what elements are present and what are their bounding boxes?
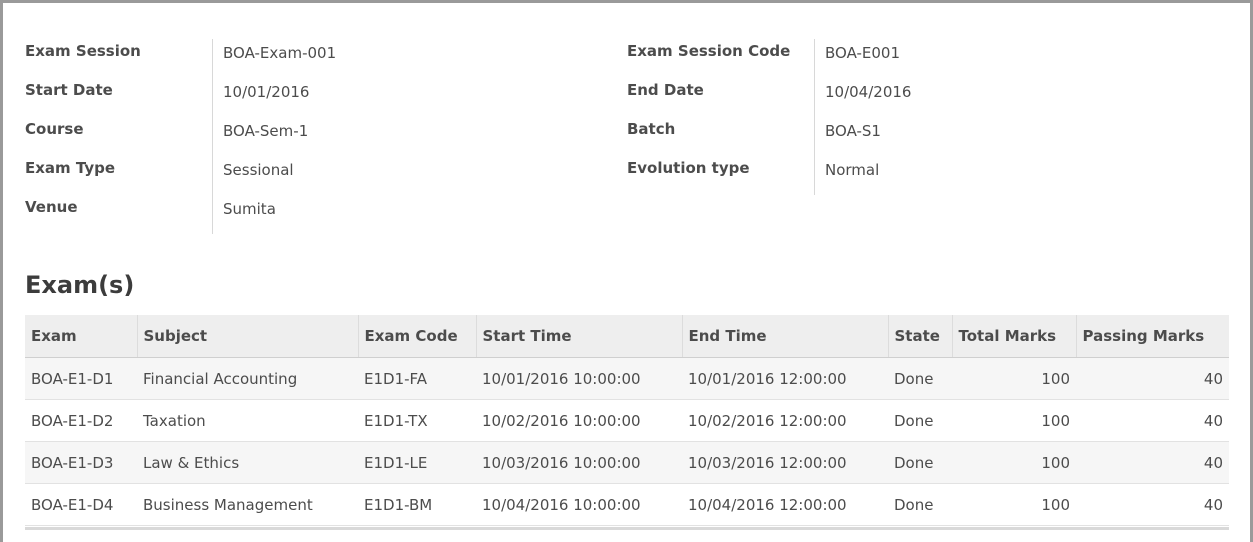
column-header-subject[interactable]: Subject bbox=[136, 315, 358, 358]
cell-subject: Taxation bbox=[137, 399, 358, 442]
column-header-exam-code[interactable]: Exam Code bbox=[357, 315, 476, 358]
table-row[interactable]: BOA-E1-D4 Business Management E1D1-BM 10… bbox=[25, 483, 1229, 526]
cell-passing-marks: 40 bbox=[1076, 483, 1229, 526]
field-value[interactable]: BOA-Sem-1 bbox=[223, 122, 308, 140]
cell-state: Done bbox=[888, 399, 952, 442]
field-value[interactable]: BOA-Exam-001 bbox=[223, 44, 336, 62]
cell-start-time: 10/03/2016 10:00:00 bbox=[476, 441, 682, 484]
cell-total-marks: 100 bbox=[952, 441, 1076, 484]
cell-state: Done bbox=[888, 483, 952, 526]
column-header-total-marks[interactable]: Total Marks bbox=[951, 315, 1076, 358]
field-exam-session-code: Exam Session Code BOA-E001 bbox=[627, 37, 1207, 76]
exams-section-title: Exam(s) bbox=[25, 271, 135, 299]
field-label: Evolution type bbox=[627, 159, 750, 177]
field-label: Course bbox=[25, 120, 84, 138]
field-label: Batch bbox=[627, 120, 676, 138]
field-value[interactable]: Normal bbox=[825, 161, 879, 179]
field-label: Exam Session Code bbox=[627, 42, 791, 60]
cell-start-time: 10/02/2016 10:00:00 bbox=[476, 399, 682, 442]
field-evolution-type: Evolution type Normal bbox=[627, 154, 1207, 193]
cell-state: Done bbox=[888, 441, 952, 484]
cell-end-time: 10/04/2016 12:00:00 bbox=[682, 483, 888, 526]
field-label: Exam Type bbox=[25, 159, 116, 177]
cell-exam-code: E1D1-FA bbox=[358, 357, 476, 400]
session-fields-right: Exam Session Code BOA-E001 End Date 10/0… bbox=[627, 37, 1207, 195]
cell-exam: BOA-E1-D2 bbox=[25, 399, 137, 442]
session-fields-left: Exam Session BOA-Exam-001 Start Date 10/… bbox=[25, 37, 605, 234]
field-exam-session: Exam Session BOA-Exam-001 bbox=[25, 37, 605, 76]
cell-total-marks: 100 bbox=[952, 483, 1076, 526]
cell-exam: BOA-E1-D1 bbox=[25, 357, 137, 400]
exams-table: Exam Subject Exam Code Start Time End Ti… bbox=[25, 315, 1229, 526]
cell-state: Done bbox=[888, 357, 952, 400]
exam-session-form-sheet: Exam Session BOA-Exam-001 Start Date 10/… bbox=[0, 0, 1253, 542]
field-label: Venue bbox=[25, 198, 78, 216]
field-value[interactable]: Sumita bbox=[223, 200, 276, 218]
column-header-exam[interactable]: Exam bbox=[25, 315, 137, 358]
field-venue: Venue Sumita bbox=[25, 193, 605, 232]
cell-passing-marks: 40 bbox=[1076, 357, 1229, 400]
cell-total-marks: 100 bbox=[952, 357, 1076, 400]
cell-end-time: 10/03/2016 12:00:00 bbox=[682, 441, 888, 484]
table-row[interactable]: BOA-E1-D2 Taxation E1D1-TX 10/02/2016 10… bbox=[25, 399, 1229, 442]
field-label: End Date bbox=[627, 81, 704, 99]
cell-passing-marks: 40 bbox=[1076, 399, 1229, 442]
field-course: Course BOA-Sem-1 bbox=[25, 115, 605, 154]
table-row[interactable]: BOA-E1-D3 Law & Ethics E1D1-LE 10/03/201… bbox=[25, 441, 1229, 484]
field-value[interactable]: Sessional bbox=[223, 161, 294, 179]
cell-start-time: 10/04/2016 10:00:00 bbox=[476, 483, 682, 526]
column-header-end-time[interactable]: End Time bbox=[681, 315, 888, 358]
cell-exam: BOA-E1-D4 bbox=[25, 483, 137, 526]
field-start-date: Start Date 10/01/2016 bbox=[25, 76, 605, 115]
field-value[interactable]: BOA-S1 bbox=[825, 122, 881, 140]
cell-passing-marks: 40 bbox=[1076, 441, 1229, 484]
cell-subject: Law & Ethics bbox=[137, 441, 358, 484]
cell-exam-code: E1D1-TX bbox=[358, 399, 476, 442]
cell-exam-code: E1D1-LE bbox=[358, 441, 476, 484]
column-header-passing-marks[interactable]: Passing Marks bbox=[1075, 315, 1229, 358]
cell-end-time: 10/01/2016 12:00:00 bbox=[682, 357, 888, 400]
column-header-start-time[interactable]: Start Time bbox=[475, 315, 682, 358]
column-header-state[interactable]: State bbox=[887, 315, 952, 358]
field-value[interactable]: 10/01/2016 bbox=[223, 83, 309, 101]
field-end-date: End Date 10/04/2016 bbox=[627, 76, 1207, 115]
cell-total-marks: 100 bbox=[952, 399, 1076, 442]
field-label: Start Date bbox=[25, 81, 113, 99]
field-exam-type: Exam Type Sessional bbox=[25, 154, 605, 193]
cell-exam-code: E1D1-BM bbox=[358, 483, 476, 526]
field-value[interactable]: 10/04/2016 bbox=[825, 83, 911, 101]
cell-start-time: 10/01/2016 10:00:00 bbox=[476, 357, 682, 400]
cell-exam: BOA-E1-D3 bbox=[25, 441, 137, 484]
cell-end-time: 10/02/2016 12:00:00 bbox=[682, 399, 888, 442]
field-label: Exam Session bbox=[25, 42, 141, 60]
cell-subject: Financial Accounting bbox=[137, 357, 358, 400]
field-value[interactable]: BOA-E001 bbox=[825, 44, 900, 62]
table-footer-bar bbox=[25, 527, 1229, 530]
table-row[interactable]: BOA-E1-D1 Financial Accounting E1D1-FA 1… bbox=[25, 357, 1229, 400]
table-header-row: Exam Subject Exam Code Start Time End Ti… bbox=[25, 315, 1229, 358]
field-batch: Batch BOA-S1 bbox=[627, 115, 1207, 154]
cell-subject: Business Management bbox=[137, 483, 358, 526]
